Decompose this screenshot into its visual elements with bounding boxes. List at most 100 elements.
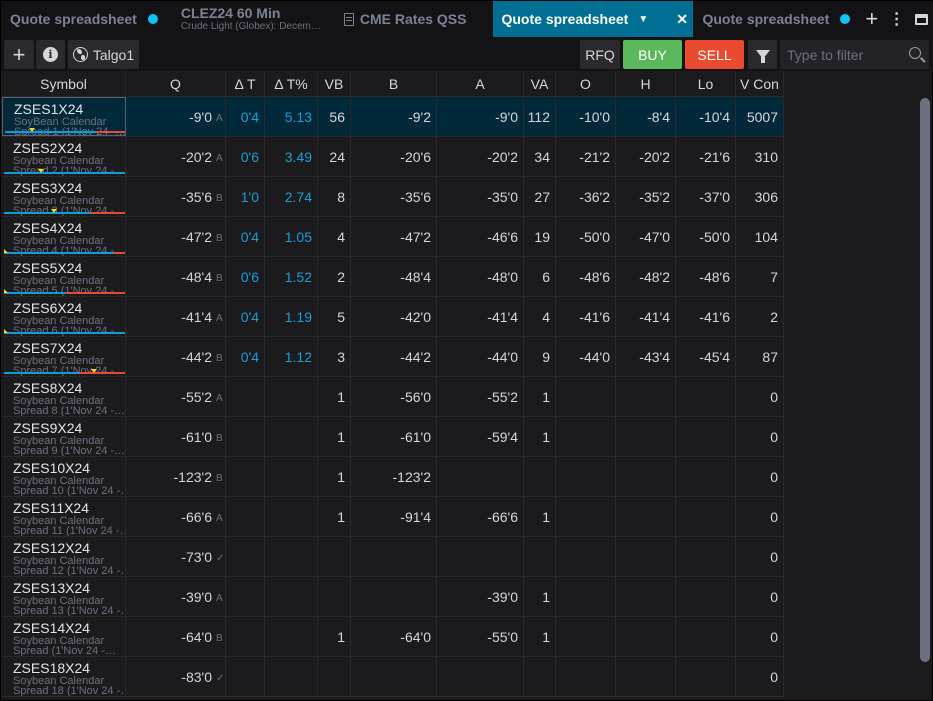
delta-t-pct-cell[interactable] <box>265 457 318 496</box>
high-cell[interactable]: -8'4 <box>616 97 676 136</box>
volume-cell[interactable]: 0 <box>736 577 784 616</box>
vb-cell[interactable]: 1 <box>318 377 351 416</box>
vb-cell[interactable] <box>318 657 351 696</box>
low-cell[interactable]: -41'6 <box>676 297 736 336</box>
open-cell[interactable]: -36'2 <box>556 177 616 216</box>
symbol-cell[interactable]: ZSES5X24 Soybean Calendar Spread 5 (1'Nov … <box>2 257 126 296</box>
bid-cell[interactable] <box>351 657 437 696</box>
volume-cell[interactable]: 0 <box>736 417 784 456</box>
q-cell[interactable]: -55'2 A <box>126 377 226 416</box>
tab-cme-rates-qss[interactable]: CME Rates QSS <box>335 1 476 37</box>
ask-cell[interactable]: -41'4 <box>437 297 524 336</box>
bid-cell[interactable]: -64'0 <box>351 617 437 656</box>
high-cell[interactable] <box>616 657 676 696</box>
table-row[interactable]: ZSES11X24 Soybean Calendar Spread 11 (1'No… <box>2 497 784 537</box>
high-cell[interactable]: -47'0 <box>616 217 676 256</box>
volume-cell[interactable]: 0 <box>736 377 784 416</box>
vb-cell[interactable]: 24 <box>318 137 351 176</box>
volume-cell[interactable]: 0 <box>736 497 784 536</box>
symbol-cell[interactable]: ZSES10X24 Soybean Calendar Spread 10 (1'No… <box>2 457 126 496</box>
column-header-q[interactable]: Q <box>126 71 226 97</box>
bid-cell[interactable]: -44'2 <box>351 337 437 376</box>
column-header-a[interactable]: A <box>437 71 524 97</box>
q-cell[interactable]: -47'2 B <box>126 217 226 256</box>
table-row[interactable]: ZSES2X24 Soybean Calendar Spread 2 (1'Nov … <box>2 137 784 177</box>
high-cell[interactable]: -43'4 <box>616 337 676 376</box>
volume-cell[interactable]: 0 <box>736 537 784 576</box>
ask-cell[interactable]: -59'4 <box>437 417 524 456</box>
open-cell[interactable]: -50'0 <box>556 217 616 256</box>
vb-cell[interactable]: 8 <box>318 177 351 216</box>
rfq-button[interactable]: RFQ <box>580 40 620 69</box>
bid-cell[interactable]: -35'6 <box>351 177 437 216</box>
low-cell[interactable] <box>676 377 736 416</box>
ask-cell[interactable]: -39'0 <box>437 577 524 616</box>
vb-cell[interactable]: 3 <box>318 337 351 376</box>
table-row[interactable]: ZSES5X24 Soybean Calendar Spread 5 (1'Nov … <box>2 257 784 297</box>
vb-cell[interactable]: 5 <box>318 297 351 336</box>
delta-t-cell[interactable] <box>226 657 265 696</box>
ask-cell[interactable]: -35'0 <box>437 177 524 216</box>
column-header-b[interactable]: B <box>351 71 437 97</box>
table-row[interactable]: ZSES14X24 Soybean Calendar Spread (1'Nov 2… <box>2 617 784 657</box>
volume-cell[interactable]: 104 <box>736 217 784 256</box>
ask-cell[interactable]: -9'0 <box>437 97 524 136</box>
column-header-delta-t-pct[interactable]: Δ T% <box>265 71 318 97</box>
table-row[interactable]: ZSES10X24 Soybean Calendar Spread 10 (1'No… <box>2 457 784 497</box>
delta-t-pct-cell[interactable] <box>265 537 318 576</box>
column-header-h[interactable]: H <box>616 71 676 97</box>
bid-cell[interactable]: -42'0 <box>351 297 437 336</box>
va-cell[interactable]: 19 <box>524 217 556 256</box>
account-button[interactable]: Talgo1 <box>68 40 139 69</box>
delta-t-pct-cell[interactable] <box>265 617 318 656</box>
low-cell[interactable]: -37'0 <box>676 177 736 216</box>
tab-quote-spreadsheet-active[interactable]: Quote spreadsheet ▼ ✕ <box>493 1 694 37</box>
q-cell[interactable]: -41'4 A <box>126 297 226 336</box>
low-cell[interactable] <box>676 617 736 656</box>
low-cell[interactable]: -10'4 <box>676 97 736 136</box>
symbol-cell[interactable]: ZSES8X24 Soybean Calendar Spread 8 (1'Nov … <box>2 377 126 416</box>
high-cell[interactable] <box>616 537 676 576</box>
bid-cell[interactable]: -48'4 <box>351 257 437 296</box>
va-cell[interactable]: 1 <box>524 417 556 456</box>
delta-t-pct-cell[interactable] <box>265 577 318 616</box>
symbol-cell[interactable]: ZSES11X24 Soybean Calendar Spread 11 (1'No… <box>2 497 126 536</box>
low-cell[interactable] <box>676 657 736 696</box>
delta-t-cell[interactable]: 0'4 <box>226 217 265 256</box>
ask-cell[interactable]: -44'0 <box>437 337 524 376</box>
table-row[interactable]: ZSES7X24 Soybean Calendar Spread 7 (1'Nov … <box>2 337 784 377</box>
delta-t-cell[interactable] <box>226 537 265 576</box>
low-cell[interactable] <box>676 497 736 536</box>
column-header-v-con[interactable]: V Con <box>736 71 784 97</box>
volume-cell[interactable]: 306 <box>736 177 784 216</box>
symbol-cell[interactable]: ZSES14X24 Soybean Calendar Spread (1'Nov 2… <box>2 617 126 656</box>
q-cell[interactable]: -48'4 B <box>126 257 226 296</box>
symbol-cell[interactable]: ZSES18X24 Soybean Calendar Spread 18 (1'No… <box>2 657 126 696</box>
ask-cell[interactable]: -46'6 <box>437 217 524 256</box>
va-cell[interactable]: 1 <box>524 577 556 616</box>
open-cell[interactable] <box>556 657 616 696</box>
sell-button[interactable]: SELL <box>685 40 744 69</box>
open-cell[interactable] <box>556 417 616 456</box>
volume-cell[interactable]: 87 <box>736 337 784 376</box>
ask-cell[interactable] <box>437 537 524 576</box>
delta-t-cell[interactable] <box>226 457 265 496</box>
symbol-cell[interactable]: ZSES2X24 Soybean Calendar Spread 2 (1'Nov … <box>2 137 126 176</box>
symbol-cell[interactable]: ZSES13X24 Soybean Calendar Spread 13 (1'No… <box>2 577 126 616</box>
info-button[interactable]: i <box>36 40 65 69</box>
delta-t-cell[interactable] <box>226 617 265 656</box>
delta-t-pct-cell[interactable]: 1.19 <box>265 297 318 336</box>
open-cell[interactable] <box>556 537 616 576</box>
vb-cell[interactable]: 1 <box>318 417 351 456</box>
symbol-cell[interactable]: ZSES3X24 Soybean Calendar Spread 3 (1'Nov … <box>2 177 126 216</box>
close-icon[interactable]: ✕ <box>676 11 688 28</box>
q-cell[interactable]: -20'2 A <box>126 137 226 176</box>
high-cell[interactable]: -20'2 <box>616 137 676 176</box>
volume-cell[interactable]: 2 <box>736 297 784 336</box>
q-cell[interactable]: -83'0 ✓ <box>126 657 226 696</box>
delta-t-cell[interactable]: 0'6 <box>226 257 265 296</box>
q-cell[interactable]: -35'6 B <box>126 177 226 216</box>
high-cell[interactable] <box>616 497 676 536</box>
low-cell[interactable] <box>676 577 736 616</box>
table-row[interactable]: ZSES1X24SoyBean CalendarSpread 1 (1'Nov … <box>2 97 784 137</box>
